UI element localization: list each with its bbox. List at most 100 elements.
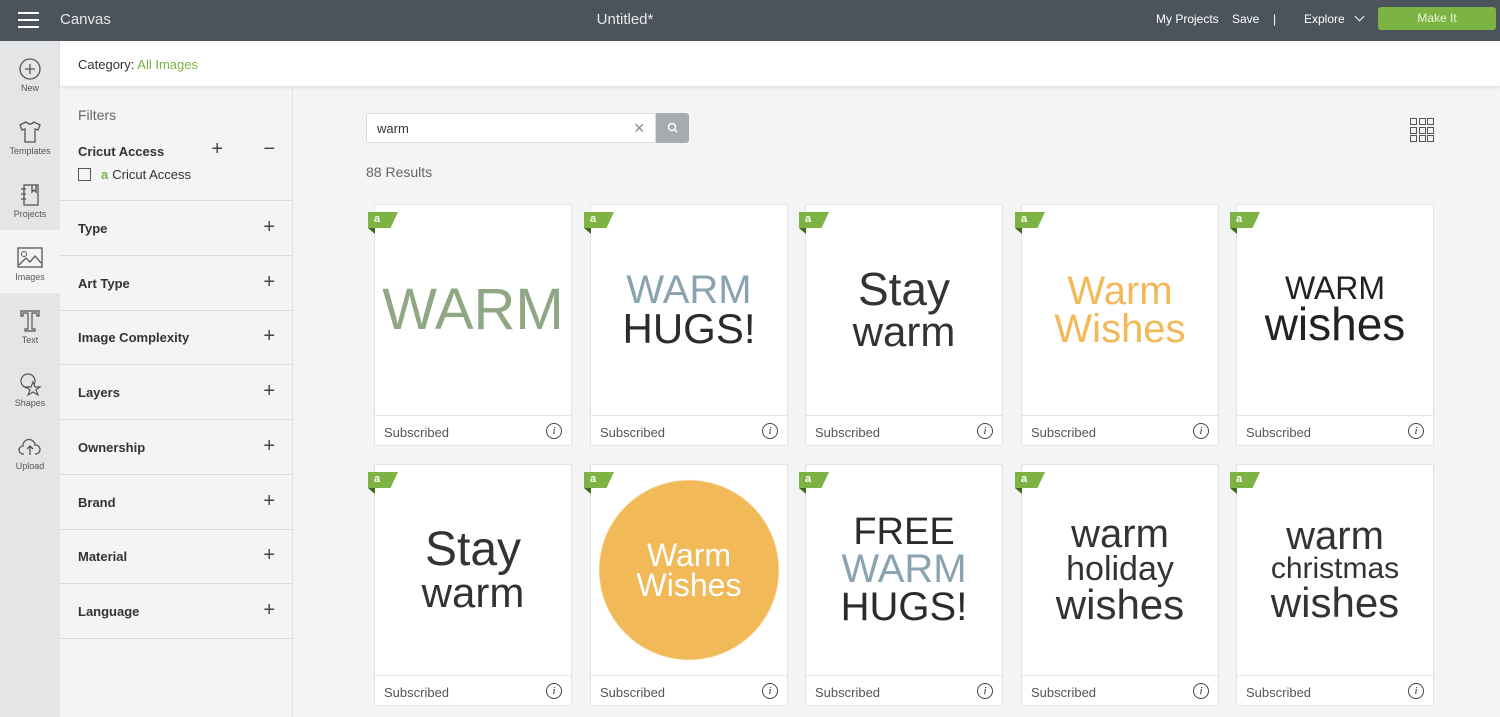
info-icon[interactable]: i: [1408, 423, 1424, 439]
filter-section-layers[interactable]: Layers +: [60, 365, 293, 421]
filter-section-material[interactable]: Material +: [60, 529, 293, 585]
filter-section-type[interactable]: Type +: [60, 201, 293, 256]
plus-icon[interactable]: +: [263, 271, 275, 294]
search-input[interactable]: warm: [366, 113, 656, 143]
image-card[interactable]: WARM wishes a Subscribed i: [1230, 204, 1434, 446]
card-footer: Subscribed i: [375, 675, 571, 706]
filters-panel: Filters Cricut Access + − a Cricut Acces…: [60, 87, 293, 717]
info-icon[interactable]: i: [1193, 423, 1209, 439]
image-preview: FREE WARM HUGS!: [806, 465, 1002, 675]
badge-fold: [1015, 488, 1022, 494]
image-card[interactable]: WARM a Subscribed i: [368, 204, 572, 446]
filter-section-ownership[interactable]: Ownership +: [60, 420, 293, 475]
image-card[interactable]: warm christmas wishes a Subscribed i: [1230, 464, 1434, 706]
image-preview: warm christmas wishes: [1237, 465, 1433, 675]
info-icon[interactable]: i: [762, 683, 778, 699]
plus-icon[interactable]: +: [263, 490, 275, 513]
filter-cricut-access: Cricut Access + − a Cricut Access: [60, 132, 293, 201]
category-label: Category:: [78, 57, 135, 72]
plus-icon[interactable]: +: [263, 544, 275, 567]
rail-label: New: [20, 83, 39, 93]
art-line: FREE: [853, 510, 955, 553]
plus-icon[interactable]: +: [263, 216, 275, 239]
option-label: Cricut Access: [112, 167, 191, 182]
info-icon[interactable]: i: [1408, 683, 1424, 699]
my-projects-link[interactable]: My Projects: [1156, 12, 1219, 26]
cricut-access-option[interactable]: a Cricut Access: [78, 167, 275, 182]
status-label: Subscribed: [600, 425, 666, 440]
filter-title: Brand: [78, 494, 116, 510]
info-icon[interactable]: i: [546, 423, 562, 439]
plus-circle-icon: [19, 58, 41, 80]
info-icon[interactable]: i: [1193, 683, 1209, 699]
image-preview: WARM HUGS!: [591, 205, 787, 415]
image-preview: Stay warm: [375, 465, 571, 675]
art-line: wishes: [1270, 579, 1400, 627]
checkbox[interactable]: [78, 168, 91, 181]
plus-icon[interactable]: +: [211, 138, 223, 161]
image-card[interactable]: WARM HUGS! a Subscribed i: [584, 204, 788, 446]
filter-title: Image Complexity: [78, 330, 190, 346]
shirt-icon: [19, 121, 41, 143]
filter-section-brand[interactable]: Brand +: [60, 475, 293, 530]
plus-icon[interactable]: +: [263, 599, 275, 622]
status-label: Subscribed: [384, 685, 450, 700]
filter-title: Language: [78, 603, 140, 619]
grid-view-icon[interactable]: [1410, 118, 1434, 142]
rail-label: Templates: [9, 146, 51, 156]
image-card[interactable]: Stay warm a Subscribed i: [799, 204, 1003, 446]
filters-title: Filters: [78, 107, 117, 123]
filter-title: Layers: [78, 385, 120, 401]
art-line: wishes: [1264, 298, 1406, 351]
art-line: wishes: [1055, 581, 1185, 629]
image-card[interactable]: Warm Wishes a Subscribed i: [584, 464, 788, 706]
filter-section-image-complexity[interactable]: Image Complexity +: [60, 310, 293, 366]
art-line: Wishes: [636, 567, 742, 603]
make-it-button[interactable]: Make It: [1378, 7, 1496, 30]
badge-fold: [368, 488, 375, 494]
badge-fold: [1015, 228, 1022, 234]
rail-item-upload[interactable]: Upload: [0, 419, 60, 482]
art-line: WARM: [626, 268, 752, 313]
badge-fold: [799, 228, 806, 234]
info-icon[interactable]: i: [977, 423, 993, 439]
rail-item-images[interactable]: Images: [0, 230, 60, 293]
save-link[interactable]: Save: [1232, 12, 1259, 26]
shapes-icon: [20, 373, 42, 396]
image-card[interactable]: warm holiday wishes a Subscribed i: [1015, 464, 1219, 706]
rail-item-new[interactable]: New: [0, 41, 60, 104]
close-icon[interactable]: ×: [634, 119, 645, 137]
image-preview: warm holiday wishes: [1022, 465, 1218, 675]
card-footer: Subscribed i: [1237, 415, 1433, 446]
top-bar: Canvas Untitled* My Projects Save | Expl…: [0, 0, 1500, 41]
plus-icon[interactable]: +: [263, 325, 275, 348]
minus-icon[interactable]: −: [263, 138, 275, 161]
badge-fold: [1230, 228, 1237, 234]
category-link[interactable]: All Images: [137, 57, 198, 72]
image-card[interactable]: FREE WARM HUGS! a Subscribed i: [799, 464, 1003, 706]
document-title: Untitled*: [596, 11, 654, 28]
image-card[interactable]: Stay warm a Subscribed i: [368, 464, 572, 706]
chevron-down-icon: [1354, 11, 1365, 22]
rail-item-text[interactable]: Text: [0, 293, 60, 356]
info-icon[interactable]: i: [546, 683, 562, 699]
search-button[interactable]: [656, 113, 689, 143]
filter-section-language[interactable]: Language +: [60, 584, 293, 639]
rail-item-templates[interactable]: Templates: [0, 104, 60, 167]
category-bar: Category: All Images: [60, 41, 1500, 86]
rail-item-shapes[interactable]: Shapes: [0, 356, 60, 419]
filter-section-art-type[interactable]: Art Type +: [60, 256, 293, 311]
info-icon[interactable]: i: [762, 423, 778, 439]
plus-icon[interactable]: +: [263, 380, 275, 403]
badge-fold: [1230, 488, 1237, 494]
explore-menu[interactable]: Explore: [1304, 11, 1365, 26]
image-card[interactable]: Warm Wishes a Subscribed i: [1015, 204, 1219, 446]
rail-item-projects[interactable]: Projects: [0, 167, 60, 230]
art-line: HUGS!: [622, 305, 756, 353]
info-icon[interactable]: i: [977, 683, 993, 699]
divider: |: [1273, 12, 1277, 26]
plus-icon[interactable]: +: [263, 435, 275, 458]
left-rail: New Templates Projects Images Text Shape…: [0, 41, 60, 717]
image-icon: [17, 247, 43, 268]
filter-title: Ownership: [78, 439, 146, 455]
